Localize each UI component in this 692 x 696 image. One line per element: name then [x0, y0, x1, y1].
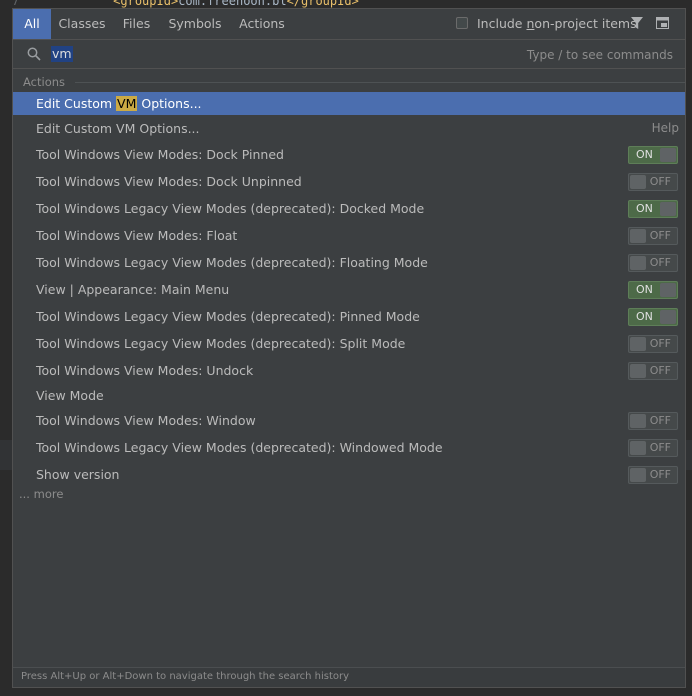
result-label: Tool Windows View Modes: Dock Unpinned — [36, 174, 302, 189]
editor-gutter-strip — [0, 440, 12, 470]
result-label: Tool Windows View Modes: Window — [36, 413, 256, 428]
include-non-project-label[interactable]: Include non-project items — [477, 9, 637, 39]
toggle-state: OFF — [649, 175, 671, 188]
result-row[interactable]: View | Appearance: Main Menu ON — [13, 276, 685, 303]
toggle-knob — [660, 310, 676, 324]
result-label: Tool Windows Legacy View Modes (deprecat… — [36, 255, 428, 270]
toggle-state: OFF — [649, 468, 671, 481]
result-row[interactable]: Edit Custom VM Options... Help — [13, 115, 685, 142]
match-highlight: VM — [116, 96, 138, 111]
group-header-actions: Actions — [13, 73, 685, 91]
toggle-switch[interactable]: OFF — [628, 254, 678, 272]
toggle-state: ON — [636, 148, 653, 161]
result-label: Tool Windows Legacy View Modes (deprecat… — [36, 440, 443, 455]
search-input[interactable]: vm — [51, 46, 73, 62]
more-results-link[interactable]: ... more — [19, 487, 63, 501]
tab-symbols[interactable]: Symbols — [160, 9, 230, 39]
include-non-project-checkbox[interactable] — [456, 17, 468, 29]
toggle-knob — [660, 148, 676, 162]
toggle-switch[interactable]: OFF — [628, 466, 678, 484]
result-row[interactable]: Tool Windows View Modes: Float OFF — [13, 222, 685, 249]
result-row[interactable]: Tool Windows Legacy View Modes (deprecat… — [13, 249, 685, 276]
toggle-switch[interactable]: OFF — [628, 439, 678, 457]
result-label: Tool Windows Legacy View Modes (deprecat… — [36, 201, 425, 216]
toggle-state: OFF — [649, 337, 671, 350]
result-label: Show version — [36, 467, 120, 482]
toggle-state: OFF — [649, 364, 671, 377]
toggle-switch[interactable]: OFF — [628, 335, 678, 353]
toggle-state: OFF — [649, 441, 671, 454]
toggle-knob — [630, 256, 646, 270]
result-label: Tool Windows View Modes: Undock — [36, 363, 254, 378]
search-everywhere-popup: All Classes Files Symbols Actions Includ… — [12, 8, 686, 688]
toggle-switch[interactable]: ON — [628, 200, 678, 218]
result-row[interactable]: View Mode — [13, 382, 685, 409]
search-hint: Type / to see commands — [526, 48, 673, 62]
toggle-switch[interactable]: OFF — [628, 227, 678, 245]
editor-scroll-strip — [685, 440, 692, 470]
result-row[interactable]: Tool Windows Legacy View Modes (deprecat… — [13, 330, 685, 357]
result-label: Tool Windows Legacy View Modes (deprecat… — [36, 309, 420, 324]
toggle-state: OFF — [649, 256, 671, 269]
tab-actions[interactable]: Actions — [230, 9, 294, 39]
toggle-switch[interactable]: OFF — [628, 362, 678, 380]
xml-close-tag: </groupId> — [286, 0, 359, 8]
result-row[interactable]: Tool Windows View Modes: Undock OFF — [13, 357, 685, 384]
toggle-state: OFF — [649, 229, 671, 242]
toggle-knob — [630, 229, 646, 243]
result-row[interactable]: Tool Windows View Modes: Window OFF — [13, 407, 685, 434]
result-label: Edit Custom VM Options... — [36, 96, 202, 111]
result-group-hint: Help — [651, 121, 679, 135]
tab-files[interactable]: Files — [113, 9, 160, 39]
xml-value: com.freehoon.bl — [178, 0, 287, 8]
group-label: Actions — [23, 75, 66, 89]
result-row-selected[interactable]: Edit Custom VM Options... — [13, 92, 685, 115]
toggle-knob — [660, 283, 676, 297]
toggle-switch[interactable]: ON — [628, 308, 678, 326]
toggle-state: ON — [636, 202, 653, 215]
result-label: Tool Windows View Modes: Float — [36, 228, 238, 243]
result-row[interactable]: Tool Windows View Modes: Dock Pinned ON — [13, 141, 685, 168]
toggle-switch[interactable]: OFF — [628, 412, 678, 430]
result-row[interactable]: Tool Windows Legacy View Modes (deprecat… — [13, 434, 685, 461]
line-number: 7 — [12, 0, 20, 8]
toggle-knob — [630, 414, 646, 428]
toggle-knob — [660, 202, 676, 216]
toggle-knob — [630, 468, 646, 482]
search-icon — [27, 47, 41, 61]
toggle-state: ON — [636, 310, 653, 323]
result-label: Tool Windows Legacy View Modes (deprecat… — [36, 336, 406, 351]
group-divider — [75, 82, 685, 83]
toggle-state: ON — [636, 283, 653, 296]
result-label: View Mode — [36, 388, 104, 403]
window-icon[interactable] — [656, 17, 669, 29]
result-row[interactable]: Tool Windows Legacy View Modes (deprecat… — [13, 303, 685, 330]
toggle-switch[interactable]: ON — [628, 281, 678, 299]
result-label: Tool Windows View Modes: Dock Pinned — [36, 147, 284, 162]
toggle-knob — [630, 337, 646, 351]
toggle-switch[interactable]: OFF — [628, 173, 678, 191]
toggle-knob — [630, 175, 646, 189]
result-row[interactable]: Tool Windows View Modes: Dock Unpinned O… — [13, 168, 685, 195]
toggle-knob — [630, 364, 646, 378]
toggle-switch[interactable]: ON — [628, 146, 678, 164]
result-row[interactable]: Tool Windows Legacy View Modes (deprecat… — [13, 195, 685, 222]
filter-icon[interactable] — [630, 16, 644, 30]
result-label: Edit Custom VM Options... — [36, 121, 200, 136]
xml-open-tag: <groupId> — [113, 0, 179, 8]
search-row: vm Type / to see commands — [13, 39, 685, 69]
footer-hint: Press Alt+Up or Alt+Down to navigate thr… — [21, 671, 350, 682]
tab-all[interactable]: All — [13, 9, 51, 39]
status-footer: Press Alt+Up or Alt+Down to navigate thr… — [13, 667, 685, 687]
result-row[interactable]: Show version OFF — [13, 461, 685, 488]
toggle-knob — [630, 441, 646, 455]
tab-classes[interactable]: Classes — [51, 9, 113, 39]
tab-bar: All Classes Files Symbols Actions Includ… — [13, 9, 685, 39]
toggle-state: OFF — [649, 414, 671, 427]
result-label: View | Appearance: Main Menu — [36, 282, 230, 297]
